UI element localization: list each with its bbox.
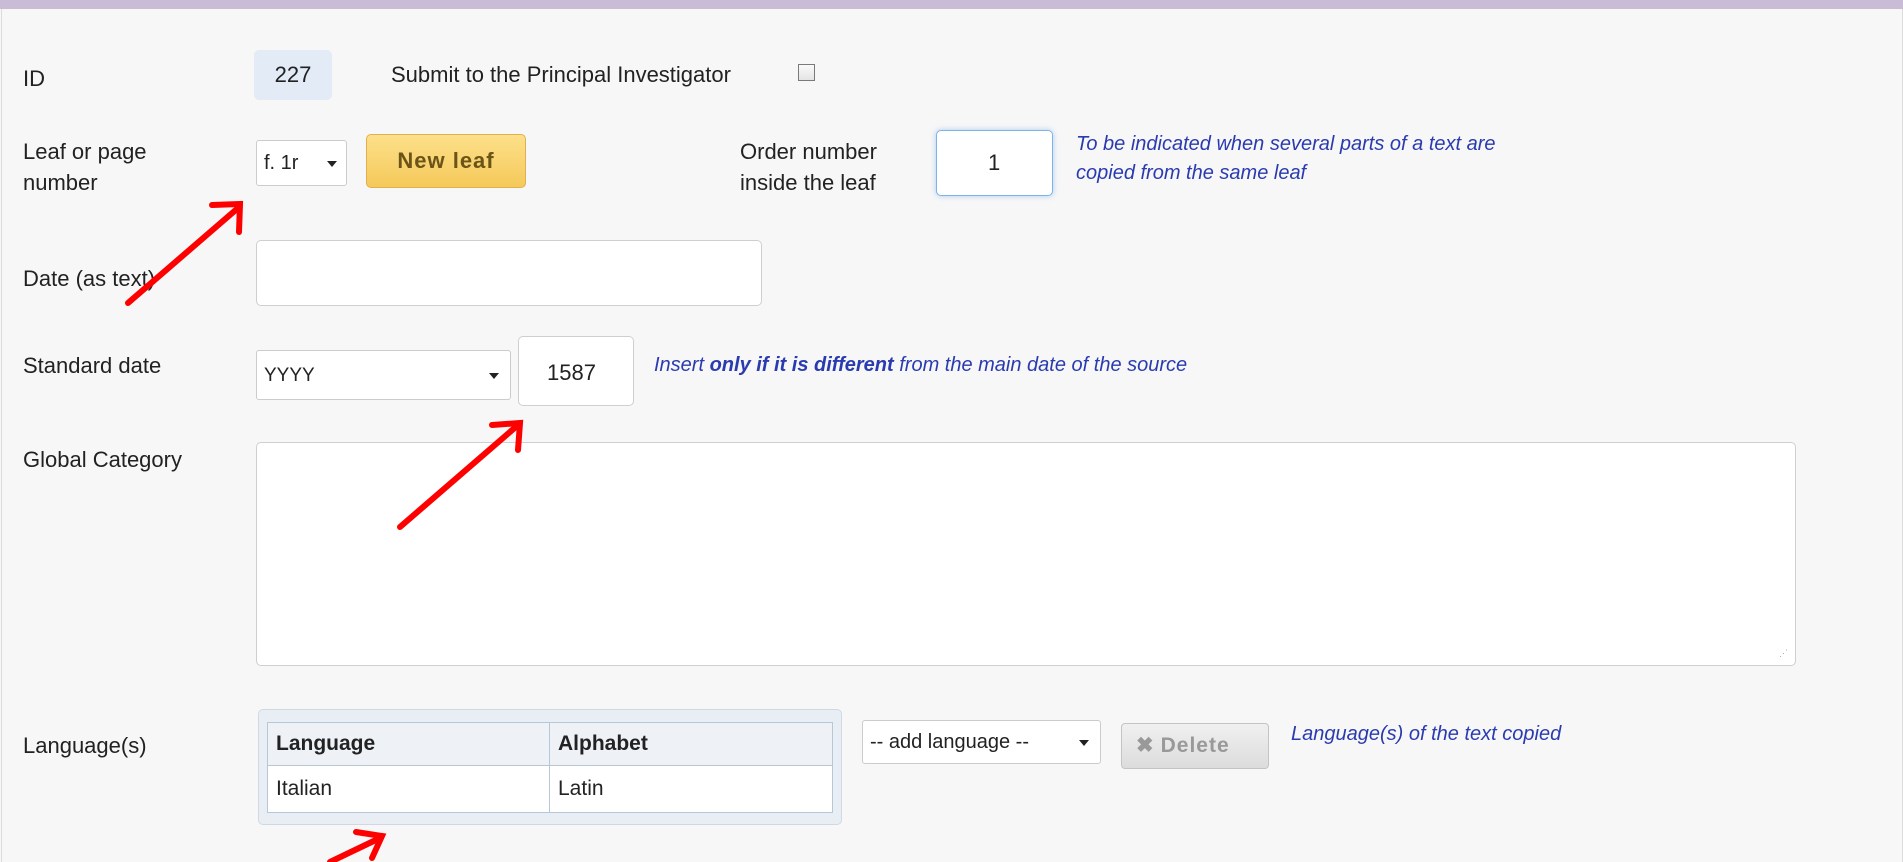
hint-suffix: from the main date of the source — [893, 354, 1188, 376]
order-number-value: 1 — [988, 150, 1001, 175]
languages-table: Language Alphabet Italian Latin — [267, 722, 833, 813]
order-hint: To be indicated when several parts of a … — [1076, 133, 1496, 184]
hint-bold: only if it is different — [709, 354, 894, 376]
standard-date-select-value: YYYY — [264, 365, 315, 386]
cell-language[interactable]: Italian — [267, 765, 550, 813]
standard-date-year-input[interactable]: 1587 — [518, 336, 634, 406]
submit-checkbox[interactable] — [798, 64, 815, 81]
global-category-textarea[interactable]: ⋰ — [256, 442, 1796, 666]
new-leaf-button[interactable]: New leaf — [366, 134, 526, 188]
leaf-select[interactable]: f. 1r — [256, 140, 347, 186]
standard-date-label: Standard date — [23, 353, 162, 378]
table-row[interactable]: Italian Latin — [267, 765, 833, 813]
languages-table-container: Language Alphabet Italian Latin — [258, 709, 842, 825]
chevron-down-icon — [327, 161, 337, 167]
top-border-bar — [0, 0, 1903, 9]
standard-date-hint: Insert only if it is different from the … — [654, 351, 1354, 380]
chevron-down-icon — [1079, 740, 1089, 746]
table-header-row: Language Alphabet — [267, 722, 833, 766]
id-label: ID — [23, 66, 45, 91]
cell-alphabet[interactable]: Latin — [549, 765, 833, 813]
header-alphabet: Alphabet — [549, 722, 833, 766]
chevron-down-icon — [489, 373, 499, 379]
date-text-input[interactable] — [256, 240, 762, 306]
leaf-select-value: f. 1r — [264, 152, 299, 174]
languages-label: Language(s) — [23, 733, 147, 758]
submit-label: Submit to the Principal Investigator — [391, 62, 731, 87]
header-language: Language — [267, 722, 550, 766]
delete-button-label: Delete — [1160, 734, 1230, 757]
hint-prefix: Insert — [654, 354, 710, 376]
resize-grip-icon[interactable]: ⋰ — [1779, 649, 1789, 659]
date-text-label: Date (as text) — [23, 266, 156, 291]
id-value: 227 — [254, 50, 332, 100]
standard-date-year-value: 1587 — [547, 360, 596, 385]
close-icon: ✖ — [1136, 734, 1155, 757]
order-number-input[interactable]: 1 — [936, 130, 1053, 196]
languages-hint: Language(s) of the text copied — [1291, 723, 1562, 745]
order-label: Order number inside the leaf — [740, 139, 877, 195]
standard-date-select[interactable]: YYYY — [256, 350, 511, 400]
global-category-label: Global Category — [23, 447, 182, 472]
add-language-select-value: -- add language -- — [870, 731, 1029, 753]
leaf-label: Leaf or page number — [23, 139, 147, 195]
add-language-select[interactable]: -- add language -- — [862, 720, 1101, 764]
delete-button[interactable]: ✖ Delete — [1121, 723, 1269, 769]
